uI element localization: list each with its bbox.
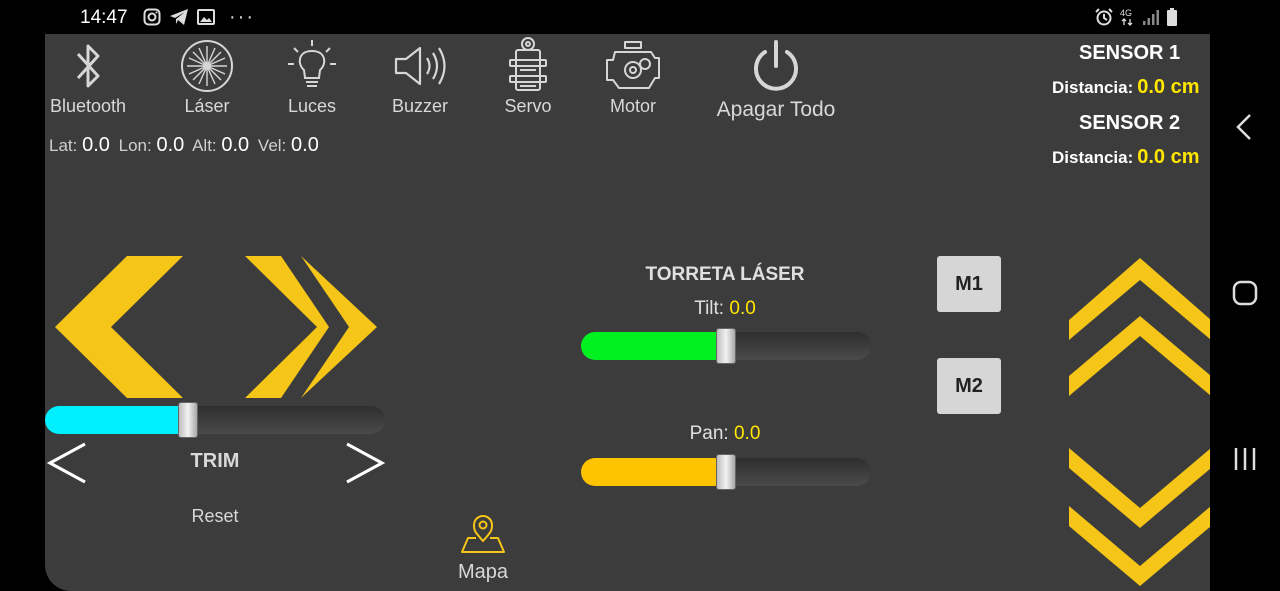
- trim-slider[interactable]: [45, 402, 385, 438]
- steer-right-inner: [281, 256, 349, 398]
- speaker-icon: [394, 46, 446, 86]
- servo-icon: [509, 37, 547, 91]
- home-icon[interactable]: [1230, 278, 1260, 308]
- buzzer-button[interactable]: Buzzer: [382, 38, 458, 117]
- vel-value: 0.0: [291, 134, 319, 156]
- trim-left-button[interactable]: [47, 442, 87, 484]
- sensor2-distance: Distancia: 0.0 cm: [1052, 146, 1200, 169]
- tilt-slider-thumb[interactable]: [716, 328, 736, 364]
- forward-button[interactable]: [1069, 258, 1210, 398]
- sensor2-distance-value: 0.0 cm: [1137, 146, 1200, 168]
- gallery-icon: [197, 9, 215, 25]
- trim-reset-button[interactable]: Reset: [165, 506, 265, 527]
- pan-slider-fill: [581, 458, 726, 486]
- apagar-todo-button[interactable]: Apagar Todo: [709, 38, 843, 122]
- bluetooth-label: Bluetooth: [49, 96, 127, 116]
- map-label: Mapa: [457, 561, 509, 583]
- lat-label: Lat:: [49, 136, 78, 155]
- motor-label: Motor: [609, 96, 656, 116]
- sensor1-distance: Distancia: 0.0 cm: [1052, 76, 1200, 99]
- more-dots: ···: [229, 6, 255, 28]
- vel-label: Vel:: [257, 136, 287, 155]
- battery-icon: [1167, 8, 1177, 26]
- app-panel: Bluetooth Láser Luces Buzzer Servo Motor…: [45, 34, 1210, 591]
- lon-label: Lon:: [118, 136, 152, 155]
- bluetooth-button[interactable]: Bluetooth: [45, 38, 131, 117]
- alarm-icon: [1095, 8, 1113, 26]
- reverse-button[interactable]: [1069, 448, 1210, 588]
- signal-icon: [1143, 10, 1159, 25]
- servo-button[interactable]: Servo: [493, 36, 563, 117]
- android-nav-bar: [1210, 0, 1280, 591]
- lat-value: 0.0: [82, 134, 110, 156]
- gps-readout: Lat: 0.0 Lon: 0.0 Alt: 0.0 Vel: 0.0: [49, 134, 323, 157]
- status-icons-left: ···: [143, 6, 255, 28]
- sensor1-distance-label: Distancia:: [1052, 78, 1134, 97]
- luces-button[interactable]: Luces: [275, 38, 349, 117]
- sensor2-distance-label: Distancia:: [1052, 148, 1134, 167]
- map-pin-icon: [461, 515, 505, 553]
- tilt-slider[interactable]: [581, 328, 871, 364]
- status-icons-right: 4G: [1094, 8, 1178, 26]
- steer-left-inner: [113, 256, 205, 398]
- engine-icon: [606, 41, 660, 89]
- apagar-todo-label: Apagar Todo: [716, 98, 836, 121]
- pan-readout: Pan: 0.0: [605, 423, 845, 445]
- alt-value: 0.0: [221, 134, 250, 156]
- svg-text:4G: 4G: [1120, 8, 1132, 18]
- tilt-label: Tilt:: [694, 298, 725, 319]
- alt-label: Alt:: [192, 136, 217, 155]
- pan-label: Pan:: [689, 423, 729, 444]
- telegram-icon: [170, 9, 188, 25]
- torreta-title: TORRETA LÁSER: [645, 264, 805, 285]
- double-chevron-down-icon: [1069, 448, 1210, 586]
- status-time: 14:47: [80, 7, 128, 28]
- luces-label: Luces: [287, 96, 337, 116]
- chevron-right-icon: [346, 442, 385, 484]
- sensor1-title: SENSOR 1: [1079, 42, 1181, 64]
- tilt-readout: Tilt: 0.0: [605, 298, 845, 320]
- tilt-slider-fill: [581, 332, 726, 360]
- sensor1-distance-value: 0.0 cm: [1137, 76, 1200, 98]
- motor-button[interactable]: Motor: [599, 38, 667, 117]
- sensor2-title: SENSOR 2: [1079, 112, 1181, 134]
- m1-button[interactable]: M1: [937, 256, 1001, 312]
- trim-slider-thumb[interactable]: [177, 402, 198, 438]
- network-4g-icon: 4G: [1120, 8, 1133, 26]
- buzzer-label: Buzzer: [391, 96, 449, 116]
- laser-icon: [181, 40, 233, 92]
- lon-value: 0.0: [156, 134, 185, 156]
- pan-value: 0.0: [733, 423, 761, 444]
- laser-button[interactable]: Láser: [167, 38, 247, 117]
- pan-slider[interactable]: [581, 454, 871, 490]
- servo-label: Servo: [504, 96, 552, 116]
- lightbulb-icon: [288, 40, 336, 87]
- trim-right-button[interactable]: [345, 442, 385, 484]
- double-chevron-up-icon: [1069, 258, 1210, 396]
- m2-button[interactable]: M2: [937, 358, 1001, 414]
- pan-slider-thumb[interactable]: [716, 454, 736, 490]
- laser-label: Láser: [184, 96, 230, 116]
- status-bar: 14:47 ··· 4G: [0, 0, 1210, 34]
- map-button[interactable]: Mapa: [441, 514, 525, 584]
- bluetooth-icon: [76, 44, 100, 88]
- power-icon: [754, 40, 798, 91]
- trim-slider-fill: [45, 406, 188, 434]
- recents-icon[interactable]: [1230, 444, 1260, 474]
- trim-label: TRIM: [190, 450, 240, 472]
- instagram-icon: [143, 8, 161, 26]
- chevron-left-icon: [47, 442, 86, 484]
- tilt-value: 0.0: [729, 298, 756, 319]
- back-icon[interactable]: [1230, 112, 1260, 142]
